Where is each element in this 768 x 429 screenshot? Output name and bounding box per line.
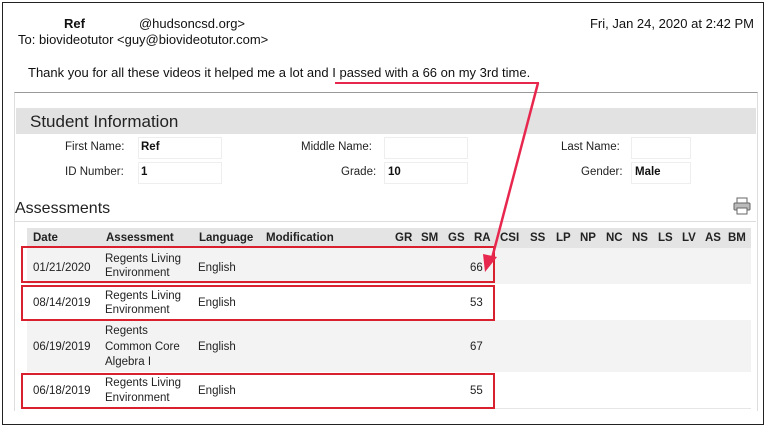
col-lp[interactable]: LP — [556, 232, 571, 244]
gender-value: Male — [635, 166, 661, 178]
col-modification[interactable]: Modification — [266, 232, 334, 244]
email-from: Ref @hudsoncsd.org> — [64, 16, 245, 31]
highlight-box — [21, 246, 495, 283]
col-as[interactable]: AS — [705, 232, 721, 244]
col-ss[interactable]: SS — [530, 232, 545, 244]
col-csi[interactable]: CSI — [500, 232, 519, 244]
col-nc[interactable]: NC — [606, 232, 623, 244]
col-language[interactable]: Language — [199, 232, 253, 244]
grade-label: Grade: — [341, 166, 377, 178]
student-info-title: Student Information — [30, 112, 179, 131]
sender-domain: @hudsoncsd.org> — [138, 16, 246, 31]
col-ls[interactable]: LS — [658, 232, 673, 244]
id-number-label: ID Number: — [65, 166, 124, 178]
col-bm[interactable]: BM — [728, 232, 746, 244]
email-to: To: biovideotutor <guy@biovideotutor.com… — [18, 32, 269, 47]
col-ra[interactable]: RA — [474, 232, 491, 244]
col-date[interactable]: Date — [33, 232, 58, 244]
assessments-divider — [14, 221, 756, 222]
middle-name-box — [384, 137, 468, 159]
last-name-box — [631, 137, 691, 159]
row-language: English — [198, 341, 236, 353]
email-body: Thank you for all these videos it helped… — [28, 65, 531, 80]
last-name-label: Last Name: — [561, 141, 620, 153]
id-number-box — [138, 162, 222, 184]
col-lv[interactable]: LV — [682, 232, 696, 244]
assessments-title: Assessments — [15, 200, 111, 217]
row-assessment-line: Common Core — [105, 341, 180, 353]
col-sm[interactable]: SM — [421, 232, 438, 244]
grade-value: 10 — [388, 166, 401, 178]
row-score: 67 — [470, 341, 483, 353]
first-name-value: Ref — [141, 141, 160, 153]
first-name-label: First Name: — [65, 141, 125, 153]
highlight-box — [21, 285, 495, 321]
row-date: 06/19/2019 — [33, 341, 91, 353]
col-gr[interactable]: GR — [395, 232, 412, 244]
col-ns[interactable]: NS — [632, 232, 648, 244]
sender-name: Ref — [64, 16, 85, 31]
row-assessment-line: Regents — [105, 325, 148, 337]
col-assessment[interactable]: Assessment — [106, 232, 174, 244]
highlight-underline — [335, 82, 539, 84]
printer-icon[interactable] — [733, 197, 751, 215]
id-number-value: 1 — [141, 166, 148, 178]
col-gs[interactable]: GS — [448, 232, 465, 244]
row-assessment-line: Algebra I — [105, 356, 152, 368]
middle-name-label: Middle Name: — [301, 141, 372, 153]
col-np[interactable]: NP — [580, 232, 596, 244]
highlight-box — [21, 373, 495, 409]
email-datetime: Fri, Jan 24, 2020 at 2:42 PM — [589, 16, 754, 31]
gender-label: Gender: — [581, 166, 623, 178]
